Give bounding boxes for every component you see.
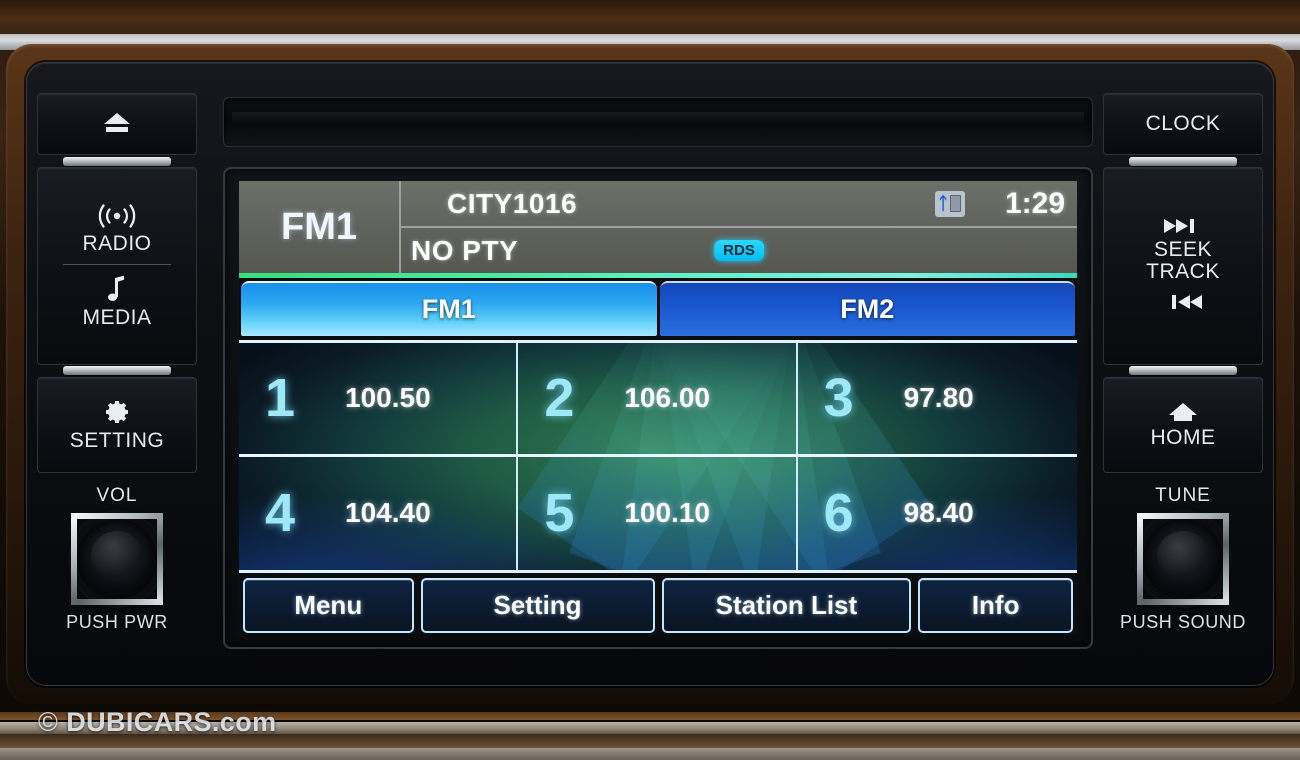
preset-frequency: 100.10: [624, 497, 710, 529]
tune-knob-label: TUNE: [1155, 485, 1211, 506]
preset-button-3[interactable]: 3 97.80: [797, 343, 1077, 457]
softkey-bar: Menu Setting Station List Info: [239, 573, 1077, 635]
header-row-pty: NO PTY RDS: [401, 228, 1077, 273]
eject-button[interactable]: [37, 93, 197, 155]
setting-button-label: SETTING: [69, 428, 165, 452]
rds-badge: RDS: [714, 240, 764, 261]
preset-grid: 1 100.50 2 106.00 3 97.80 4 104.40 5 100…: [239, 343, 1077, 570]
watermark: © DUBICARS.com: [38, 707, 277, 738]
watermark-copyright: ©: [38, 707, 59, 737]
chrome-divider-1: [63, 157, 171, 166]
preset-button-5[interactable]: 5 100.10: [518, 456, 798, 570]
trim-strip-4: [0, 748, 1300, 760]
previous-track-icon[interactable]: [1162, 293, 1204, 311]
right-control-column: CLOCK SEEK TRACK HOME TUNE PUSH SOUND: [1103, 93, 1263, 659]
lcd-display[interactable]: FM1 CITY1016 ᛏ 1:29 NO PTY RDS FM1 FM2 1…: [239, 181, 1077, 635]
radio-button[interactable]: RADIO: [82, 203, 151, 255]
current-band-label: FM1: [281, 205, 357, 248]
preset-number: 1: [265, 368, 296, 429]
watermark-text: DUBICARS.com: [66, 707, 277, 737]
preset-button-6[interactable]: 6 98.40: [798, 457, 1077, 571]
preset-button-1[interactable]: 1 100.50: [239, 343, 519, 457]
preset-frequency: 97.80: [903, 382, 974, 414]
tab-fm1[interactable]: FM1: [241, 281, 657, 336]
header-info-area: CITY1016 ᛏ 1:29 NO PTY RDS: [399, 181, 1077, 273]
clock-time: 1:29: [1004, 186, 1065, 220]
preset-number: 2: [544, 368, 575, 429]
bluetooth-glyph: ᛏ: [938, 194, 949, 213]
chrome-divider-3: [1129, 157, 1237, 166]
info-button[interactable]: Info: [918, 578, 1073, 633]
bluetooth-device-glyph: [950, 195, 962, 212]
gear-icon: [106, 400, 128, 423]
preset-number: 3: [823, 368, 854, 429]
preset-frequency: 98.40: [903, 497, 974, 529]
radio-waves-icon: [98, 204, 136, 229]
cd-slot: [223, 97, 1093, 147]
volume-knob-group[interactable]: VOL PUSH PWR: [37, 485, 197, 633]
chrome-divider-2: [63, 366, 171, 375]
preset-number: 4: [265, 483, 296, 544]
band-tab-bar: FM1 FM2: [239, 278, 1077, 336]
media-button-label: MEDIA: [82, 305, 152, 329]
eject-icon: [104, 113, 130, 132]
tab-fm2[interactable]: FM2: [659, 281, 1075, 336]
music-note-icon: [107, 275, 124, 301]
setting-button[interactable]: SETTING: [37, 377, 197, 473]
dashboard-surround: RADIO MEDIA SETTING VOL PUSH PWR FM1 CIT…: [0, 0, 1300, 760]
menu-button[interactable]: Menu: [243, 578, 414, 633]
volume-knob[interactable]: [71, 513, 163, 605]
setting-softkey-button[interactable]: Setting: [420, 578, 655, 633]
seek-label-line2: TRACK: [1146, 260, 1220, 283]
program-type: NO PTY: [411, 234, 519, 266]
header-row-station: CITY1016 ᛏ 1:29: [401, 181, 1077, 228]
radio-media-divider: [63, 263, 171, 265]
head-unit-body: RADIO MEDIA SETTING VOL PUSH PWR FM1 CIT…: [26, 62, 1274, 686]
left-control-column: RADIO MEDIA SETTING VOL PUSH PWR: [37, 93, 197, 659]
radio-status-header: FM1 CITY1016 ᛏ 1:29 NO PTY RDS: [239, 181, 1077, 273]
preset-button-4[interactable]: 4 104.40: [239, 456, 519, 570]
chrome-divider-4: [1129, 366, 1237, 375]
home-icon: [1169, 402, 1197, 421]
station-name: CITY1016: [447, 187, 578, 219]
clock-button[interactable]: CLOCK: [1103, 93, 1263, 155]
clock-button-label: CLOCK: [1145, 111, 1221, 135]
push-power-label: PUSH PWR: [66, 612, 168, 632]
media-button[interactable]: MEDIA: [82, 273, 151, 329]
tune-knob-group[interactable]: TUNE PUSH SOUND: [1103, 485, 1263, 633]
preset-number: 5: [544, 483, 575, 544]
tune-knob[interactable]: [1137, 513, 1229, 605]
preset-grid-area: 1 100.50 2 106.00 3 97.80 4 104.40 5 100…: [239, 340, 1077, 573]
radio-button-label: RADIO: [82, 232, 152, 256]
preset-frequency: 106.00: [624, 382, 710, 414]
seek-track-pad: SEEK TRACK: [1103, 167, 1263, 365]
station-list-button[interactable]: Station List: [661, 578, 912, 633]
screen-bezel: FM1 CITY1016 ᛏ 1:29 NO PTY RDS FM1 FM2 1…: [223, 167, 1093, 649]
preset-number: 6: [823, 483, 854, 544]
preset-frequency: 100.50: [345, 382, 431, 414]
bluetooth-icon: ᛏ: [935, 190, 965, 217]
seek-label-line1: SEEK: [1153, 237, 1213, 261]
push-sound-label: PUSH SOUND: [1119, 612, 1246, 632]
volume-knob-label: VOL: [96, 485, 138, 506]
home-button[interactable]: HOME: [1103, 377, 1263, 473]
home-button-label: HOME: [1150, 425, 1216, 449]
preset-frequency: 104.40: [345, 497, 431, 529]
preset-button-2[interactable]: 2 106.00: [518, 343, 798, 457]
next-track-icon[interactable]: [1162, 217, 1204, 235]
radio-media-pad: RADIO MEDIA: [37, 167, 197, 365]
